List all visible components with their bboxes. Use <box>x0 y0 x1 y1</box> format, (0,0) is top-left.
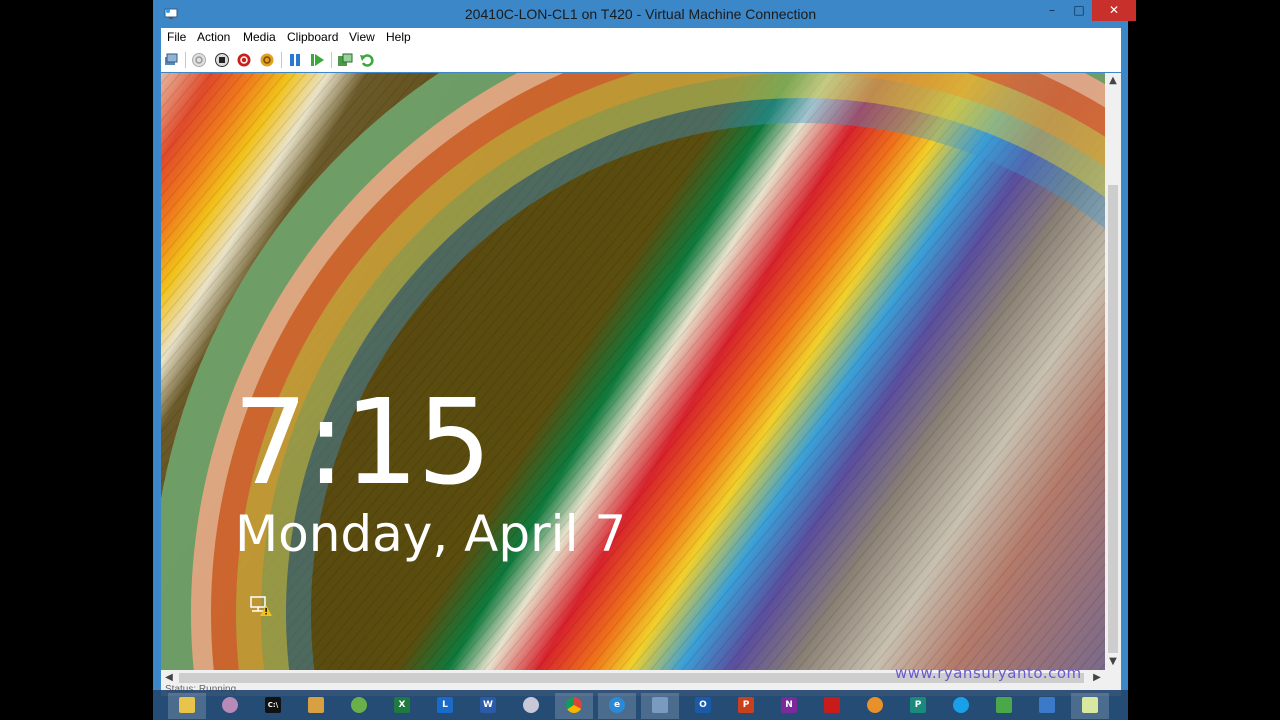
turn-off-icon[interactable] <box>214 52 230 68</box>
hyper-v-manager-icon <box>652 697 668 713</box>
taskbar-powerpoint[interactable]: P <box>727 693 765 719</box>
taskbar-word[interactable]: W <box>469 693 507 719</box>
taskbar-internet-explorer[interactable]: e <box>598 693 636 719</box>
menu-action[interactable]: Action <box>197 30 230 44</box>
taskbar-media-player[interactable] <box>856 693 894 719</box>
taskbar-sync[interactable] <box>340 693 378 719</box>
command-prompt-icon: C:\ <box>265 697 281 713</box>
vm-connection-window: 20410C-LON-CL1 on T420 - Virtual Machine… <box>153 0 1136 720</box>
taskbar-publisher[interactable]: P <box>899 693 937 719</box>
taskbar-chrome[interactable] <box>555 693 593 719</box>
watermark: www.ryansuryanto.com <box>895 664 1082 682</box>
toolbar-separator <box>331 52 332 68</box>
disc-icon <box>523 697 539 713</box>
ctrl-alt-del-icon[interactable] <box>164 52 180 68</box>
archive-icon <box>308 697 324 713</box>
resume-icon[interactable] <box>309 52 325 68</box>
scroll-down-arrow[interactable]: ▼ <box>1105 654 1121 670</box>
powerpoint-icon: P <box>738 697 754 713</box>
maximize-button[interactable]: □ <box>1066 0 1092 21</box>
toolbar-separator <box>281 52 282 68</box>
paint-icon <box>996 697 1012 713</box>
vertical-scrollbar[interactable]: ▲ ▼ <box>1105 73 1121 670</box>
taskbar-virtual-machine-connection[interactable] <box>1071 693 1109 719</box>
toolbar-separator <box>185 52 186 68</box>
taskbar-lync[interactable]: L <box>426 693 464 719</box>
taskbar-excel[interactable]: X <box>383 693 421 719</box>
scrollbar-corner <box>1105 670 1121 686</box>
scroll-right-arrow[interactable]: ▶ <box>1089 670 1105 686</box>
lock-screen-date: Monday, April 7 <box>235 505 627 563</box>
start-icon[interactable] <box>191 52 207 68</box>
acrobat-icon <box>824 697 840 713</box>
menu-help[interactable]: Help <box>386 30 411 44</box>
taskbar-command-prompt[interactable]: C:\ <box>254 693 292 719</box>
taskbar: C:\ X L W e O P N P <box>153 690 1128 720</box>
chrome-icon <box>566 697 582 713</box>
taskbar-disc[interactable] <box>512 693 550 719</box>
publisher-icon: P <box>910 697 926 713</box>
menu-media[interactable]: Media <box>243 30 276 44</box>
menu-view[interactable]: View <box>349 30 375 44</box>
menu-clipboard[interactable]: Clipboard <box>287 30 338 44</box>
onenote-icon: N <box>781 697 797 713</box>
taskbar-people[interactable] <box>211 693 249 719</box>
shut-down-icon[interactable] <box>236 52 252 68</box>
people-icon <box>222 697 238 713</box>
snapshot-icon[interactable] <box>337 52 353 68</box>
lock-screen-clock: 7:15 <box>233 373 492 511</box>
close-button[interactable]: ✕ <box>1092 0 1136 21</box>
pause-icon[interactable] <box>287 52 303 68</box>
taskbar-hyper-v-manager[interactable] <box>641 693 679 719</box>
vm-lock-screen[interactable]: 7:15 Monday, April 7 <box>161 73 1105 670</box>
file-explorer-icon <box>179 697 195 713</box>
outlook-icon: O <box>695 697 711 713</box>
remote-desktop-icon <box>1039 697 1055 713</box>
toolbar <box>161 48 1121 72</box>
revert-icon[interactable] <box>359 52 375 68</box>
media-player-icon <box>867 697 883 713</box>
taskbar-acrobat[interactable] <box>813 693 851 719</box>
internet-explorer-icon: e <box>609 697 625 713</box>
network-warning-icon <box>250 596 272 616</box>
excel-icon: X <box>394 697 410 713</box>
save-state-icon[interactable] <box>259 52 275 68</box>
virtual-machine-connection-icon <box>1082 697 1098 713</box>
title-bar[interactable]: 20410C-LON-CL1 on T420 - Virtual Machine… <box>153 0 1136 28</box>
word-icon: W <box>480 697 496 713</box>
skype-icon <box>953 697 969 713</box>
scroll-up-arrow[interactable]: ▲ <box>1105 73 1121 89</box>
taskbar-archive[interactable] <box>297 693 335 719</box>
vertical-scroll-thumb[interactable] <box>1108 185 1118 653</box>
window-title: 20410C-LON-CL1 on T420 - Virtual Machine… <box>464 6 817 22</box>
taskbar-file-explorer[interactable] <box>168 693 206 719</box>
lync-icon: L <box>437 697 453 713</box>
taskbar-outlook[interactable]: O <box>684 693 722 719</box>
taskbar-skype[interactable] <box>942 693 980 719</box>
menu-bar: File Action Media Clipboard View Help <box>161 28 1121 48</box>
menu-file[interactable]: File <box>167 30 186 44</box>
taskbar-paint[interactable] <box>985 693 1023 719</box>
taskbar-remote-desktop[interactable] <box>1028 693 1066 719</box>
minimize-button[interactable]: – <box>1038 0 1066 21</box>
taskbar-onenote[interactable]: N <box>770 693 808 719</box>
sync-icon <box>351 697 367 713</box>
